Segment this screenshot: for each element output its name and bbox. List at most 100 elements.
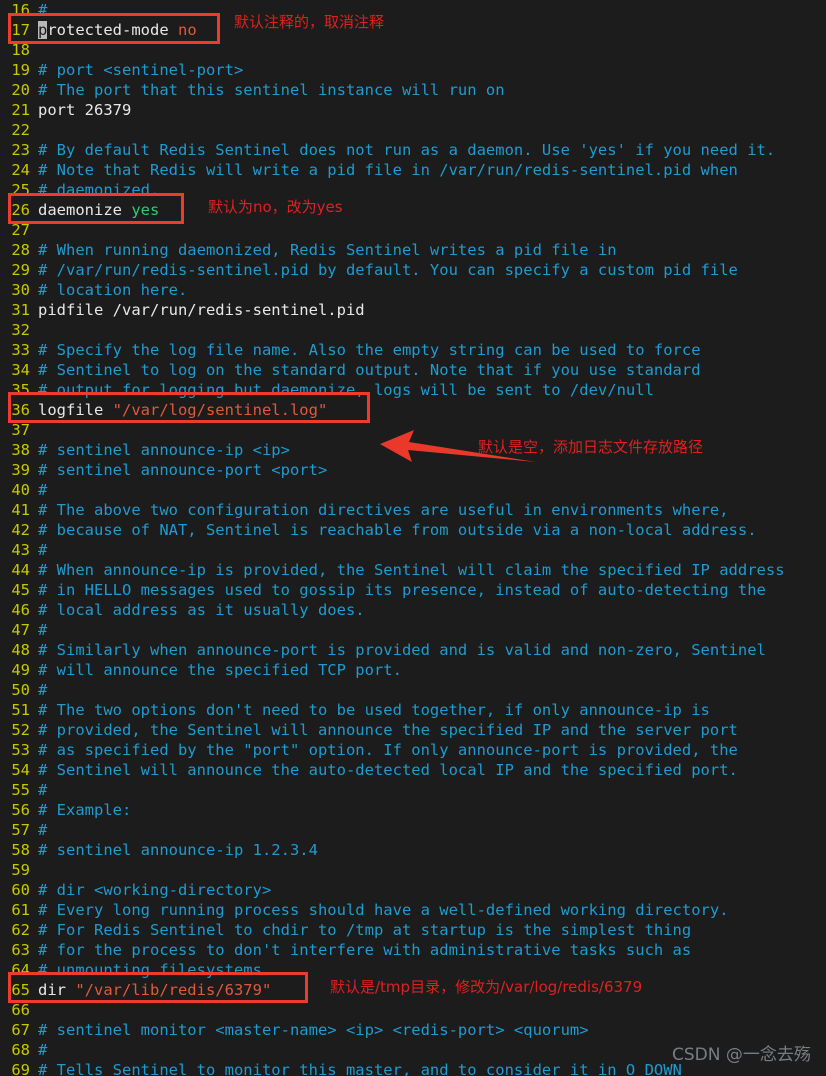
code-text[interactable]: # location here. (38, 281, 187, 299)
line-number: 33 (11, 341, 30, 359)
code-line[interactable]: 50 # (0, 680, 826, 700)
code-text[interactable]: # (38, 681, 47, 699)
code-text[interactable]: # local address as it usually does. (38, 601, 365, 619)
code-line[interactable]: 63 # for the process to don't interfere w… (0, 940, 826, 960)
code-line[interactable]: 44 # When announce-ip is provided, the Se… (0, 560, 826, 580)
code-text[interactable]: # For Redis Sentinel to chdir to /tmp at… (38, 921, 691, 939)
code-text[interactable]: pidfile /var/run/redis-sentinel.pid (38, 301, 365, 319)
code-text[interactable]: # as specified by the "port" option. If … (38, 741, 738, 759)
code-line[interactable]: 46 # local address as it usually does. (0, 600, 826, 620)
code-text[interactable]: # Note that Redis will write a pid file … (38, 161, 738, 179)
code-line[interactable]: 62 # For Redis Sentinel to chdir to /tmp … (0, 920, 826, 940)
code-text[interactable]: # (38, 1, 47, 19)
code-line[interactable]: 23 # By default Redis Sentinel does not r… (0, 140, 826, 160)
code-text[interactable]: # The port that this sentinel instance w… (38, 81, 505, 99)
code-text[interactable]: # for the process to don't interfere wit… (38, 941, 691, 959)
code-line[interactable]: 42 # because of NAT, Sentinel is reachabl… (0, 520, 826, 540)
code-text[interactable]: # in HELLO messages used to gossip its p… (38, 581, 766, 599)
code-line[interactable]: 60 # dir <working-directory> (0, 880, 826, 900)
code-line[interactable]: 35 # output for logging but daemonize, lo… (0, 380, 826, 400)
code-line[interactable]: 61 # Every long running process should ha… (0, 900, 826, 920)
code-text[interactable]: # will announce the specified TCP port. (38, 661, 402, 679)
code-line[interactable]: 49 # will announce the specified TCP port… (0, 660, 826, 680)
code-text[interactable]: # (38, 1041, 47, 1059)
code-line[interactable]: 18 (0, 40, 826, 60)
code-text[interactable]: # output for logging but daemonize, logs… (38, 381, 654, 399)
code-text[interactable]: # sentinel monitor <master-name> <ip> <r… (38, 1021, 589, 1039)
code-line[interactable]: 54 # Sentinel will announce the auto-dete… (0, 760, 826, 780)
code-text[interactable]: dir "/var/lib/redis/6379" (38, 981, 271, 999)
code-line[interactable]: 53 # as specified by the "port" option. I… (0, 740, 826, 760)
code-line[interactable]: 20 # The port that this sentinel instance… (0, 80, 826, 100)
code-text[interactable]: # Sentinel will announce the auto-detect… (38, 761, 738, 779)
config-file-editor[interactable]: 16 #17 protected-mode no 18 19 # port <sentin… (0, 0, 826, 1076)
code-line[interactable]: 48 # Similarly when announce-port is prov… (0, 640, 826, 660)
code-line[interactable]: 45 # in HELLO messages used to gossip its… (0, 580, 826, 600)
code-line[interactable]: 28 # When running daemonized, Redis Senti… (0, 240, 826, 260)
code-text[interactable]: # (38, 821, 47, 839)
code-line[interactable]: 16 # (0, 0, 826, 20)
code-line[interactable]: 30 # location here. (0, 280, 826, 300)
code-line[interactable]: 25 # daemonized. (0, 180, 826, 200)
code-text[interactable]: # The above two configuration directives… (38, 501, 729, 519)
code-line[interactable]: 31 pidfile /var/run/redis-sentinel.pid (0, 300, 826, 320)
code-text[interactable]: # dir <working-directory> (38, 881, 271, 899)
code-text[interactable]: # sentinel announce-ip 1.2.3.4 (38, 841, 318, 859)
code-line[interactable]: 32 (0, 320, 826, 340)
code-line[interactable]: 43 # (0, 540, 826, 560)
text-cursor: p (38, 21, 48, 39)
code-line[interactable]: 21 port 26379 (0, 100, 826, 120)
code-text[interactable]: # port <sentinel-port> (38, 61, 243, 79)
code-text[interactable]: # (38, 541, 47, 559)
code-text[interactable]: # provided, the Sentinel will announce t… (38, 721, 738, 739)
code-text[interactable]: # daemonized. (38, 181, 159, 199)
code-line[interactable]: 51 # The two options don't need to be use… (0, 700, 826, 720)
code-text[interactable]: # because of NAT, Sentinel is reachable … (38, 521, 757, 539)
code-line[interactable]: 59 (0, 860, 826, 880)
code-line[interactable]: 34 # Sentinel to log on the standard outp… (0, 360, 826, 380)
code-text[interactable]: # (38, 481, 47, 499)
code-line[interactable]: 52 # provided, the Sentinel will announce… (0, 720, 826, 740)
code-line[interactable]: 57 # (0, 820, 826, 840)
code-line[interactable]: 39 # sentinel announce-port <port> (0, 460, 826, 480)
code-line[interactable]: 26 daemonize yes (0, 200, 826, 220)
code-text[interactable]: # Every long running process should have… (38, 901, 729, 919)
code-text[interactable]: # Specify the log file name. Also the em… (38, 341, 701, 359)
code-line[interactable]: 17 protected-mode no (0, 20, 826, 40)
code-line[interactable]: 56 # Example: (0, 800, 826, 820)
code-text[interactable]: # (38, 621, 47, 639)
code-text[interactable]: # When running daemonized, Redis Sentine… (38, 241, 617, 259)
line-number: 21 (11, 101, 30, 119)
code-text[interactable]: # When announce-ip is provided, the Sent… (38, 561, 785, 579)
code-line[interactable]: 58 # sentinel announce-ip 1.2.3.4 (0, 840, 826, 860)
code-text[interactable]: port 26379 (38, 101, 131, 119)
line-number: 57 (11, 821, 30, 839)
code-text[interactable]: logfile "/var/log/sentinel.log" (38, 401, 327, 419)
code-line[interactable]: 19 # port <sentinel-port> (0, 60, 826, 80)
code-text[interactable]: # (38, 781, 47, 799)
code-text[interactable]: # sentinel announce-port <port> (38, 461, 327, 479)
code-text[interactable]: protected-mode no (38, 21, 197, 39)
code-text[interactable]: # By default Redis Sentinel does not run… (38, 141, 775, 159)
code-line[interactable]: 67 # sentinel monitor <master-name> <ip> … (0, 1020, 826, 1040)
code-line[interactable]: 47 # (0, 620, 826, 640)
code-text[interactable]: daemonize yes (38, 201, 159, 219)
code-line[interactable]: 22 (0, 120, 826, 140)
code-text[interactable]: # The two options don't need to be used … (38, 701, 710, 719)
code-line[interactable]: 33 # Specify the log file name. Also the … (0, 340, 826, 360)
code-line[interactable]: 55 # (0, 780, 826, 800)
code-line[interactable]: 24 # Note that Redis will write a pid fil… (0, 160, 826, 180)
code-text[interactable]: # Tells Sentinel to monitor this master,… (38, 1061, 682, 1076)
code-text[interactable]: # unmounting filesystems. (38, 961, 271, 979)
code-line[interactable]: 66 (0, 1000, 826, 1020)
code-text[interactable]: # sentinel announce-ip <ip> (38, 441, 290, 459)
code-line[interactable]: 40 # (0, 480, 826, 500)
code-text[interactable]: # Example: (38, 801, 131, 819)
code-text[interactable]: # Sentinel to log on the standard output… (38, 361, 701, 379)
code-line[interactable]: 29 # /var/run/redis-sentinel.pid by defau… (0, 260, 826, 280)
code-line[interactable]: 36 logfile "/var/log/sentinel.log" (0, 400, 826, 420)
code-text[interactable]: # Similarly when announce-port is provid… (38, 641, 766, 659)
code-line[interactable]: 41 # The above two configuration directiv… (0, 500, 826, 520)
code-text[interactable]: # /var/run/redis-sentinel.pid by default… (38, 261, 738, 279)
code-line[interactable]: 27 (0, 220, 826, 240)
